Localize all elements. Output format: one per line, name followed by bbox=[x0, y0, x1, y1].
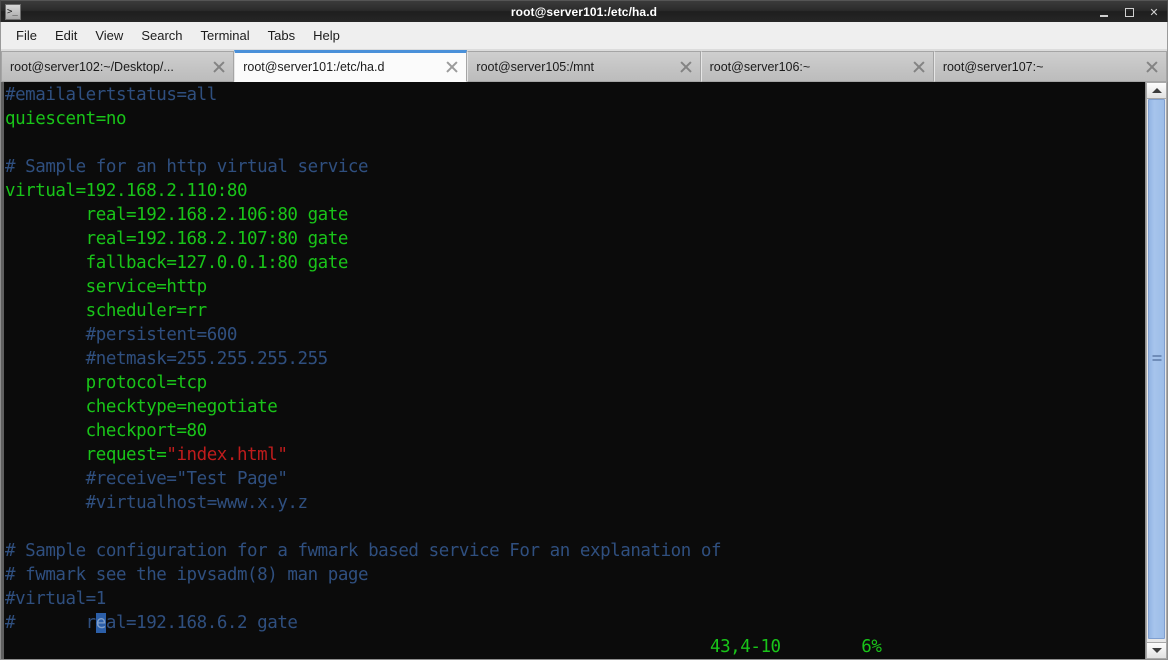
terminal-line: #netmask=255.255.255.255 bbox=[4, 347, 1145, 371]
scroll-down-button[interactable] bbox=[1146, 642, 1167, 659]
terminal-window: root@server101:/etc/ha.d ✕ File Edit Vie… bbox=[0, 0, 1168, 660]
tab-bar: root@server102:~/Desktop/... root@server… bbox=[0, 49, 1168, 82]
terminal-text: real=192.168.2.106:80 gate bbox=[5, 205, 349, 225]
tab-label: root@server107:~ bbox=[942, 59, 1044, 74]
terminal-line: #emailalertstatus=all bbox=[4, 83, 1145, 107]
terminal-line: request="index.html" bbox=[4, 443, 1145, 467]
terminal-text: #virtualhost=www.x.y.z bbox=[5, 493, 308, 513]
terminal-line: #receive="Test Page" bbox=[4, 467, 1145, 491]
terminal-text: # Sample configuration for a fwmark base… bbox=[5, 541, 722, 561]
terminal-text: fallback=127.0.0.1:80 gate bbox=[5, 253, 349, 273]
terminal-line: virtual=192.168.2.110:80 bbox=[4, 179, 1145, 203]
terminal-text: scheduler=rr bbox=[5, 301, 207, 321]
scroll-up-button[interactable] bbox=[1146, 82, 1167, 99]
terminal-text: #netmask=255.255.255.255 bbox=[5, 349, 329, 369]
window-controls: ✕ bbox=[1097, 1, 1161, 23]
terminal-text: #emailalertstatus=all bbox=[5, 85, 217, 105]
menu-bar: File Edit View Search Terminal Tabs Help bbox=[0, 22, 1168, 49]
terminal-text: #receive="Test Page" bbox=[5, 469, 288, 489]
terminal-text: # fwmark see the ipvsadm(8) man page bbox=[5, 565, 369, 585]
terminal-text: checkport=80 bbox=[5, 421, 207, 441]
terminal-line: #persistent=600 bbox=[4, 323, 1145, 347]
vim-status-line: 43,4-10 6% bbox=[4, 635, 1145, 659]
tab-server101[interactable]: root@server101:/etc/ha.d bbox=[234, 50, 468, 82]
terminal-text: "index.html" bbox=[166, 445, 288, 465]
tab-label: root@server106:~ bbox=[709, 59, 811, 74]
tab-label: root@server102:~/Desktop/... bbox=[10, 59, 174, 74]
terminal-line: real=192.168.2.107:80 gate bbox=[4, 227, 1145, 251]
terminal-text: quiescent=no bbox=[5, 109, 127, 129]
menu-item-view[interactable]: View bbox=[86, 25, 132, 46]
tab-server106[interactable]: root@server106:~ bbox=[700, 51, 934, 82]
terminal-line: fallback=127.0.0.1:80 gate bbox=[4, 251, 1145, 275]
tab-close-icon[interactable] bbox=[444, 59, 460, 75]
terminal-line: # Sample for an http virtual service bbox=[4, 155, 1145, 179]
terminal-line: checktype=negotiate bbox=[4, 395, 1145, 419]
terminal-text: real=192.168.2.107:80 gate bbox=[5, 229, 349, 249]
menu-item-search[interactable]: Search bbox=[132, 25, 191, 46]
scroll-down-icon bbox=[1151, 648, 1162, 653]
terminal-icon bbox=[5, 3, 21, 20]
terminal-scrollbar[interactable] bbox=[1145, 82, 1168, 659]
tab-server102[interactable]: root@server102:~/Desktop/... bbox=[1, 51, 235, 82]
terminal-line: #virtual=1 bbox=[4, 587, 1145, 611]
terminal-line: real=192.168.2.106:80 gate bbox=[4, 203, 1145, 227]
terminal-text: service=http bbox=[5, 277, 207, 297]
maximize-button[interactable] bbox=[1122, 5, 1136, 19]
terminal-text: # Sample for an http virtual service bbox=[5, 157, 369, 177]
terminal-text: #virtual=1 bbox=[5, 589, 106, 609]
terminal-line: service=http bbox=[4, 275, 1145, 299]
tab-label: root@server105:/mnt bbox=[476, 59, 595, 74]
tab-server107[interactable]: root@server107:~ bbox=[933, 51, 1168, 82]
tab-close-icon[interactable] bbox=[1144, 59, 1160, 75]
menu-item-file[interactable]: File bbox=[7, 25, 46, 46]
terminal-line: # Sample configuration for a fwmark base… bbox=[4, 539, 1145, 563]
minimize-button[interactable] bbox=[1097, 5, 1111, 19]
terminal-text: al=192.168.6.2 gate bbox=[105, 613, 298, 633]
terminal-text: virtual=192.168.2.110:80 bbox=[5, 181, 248, 201]
terminal-line: # fwmark see the ipvsadm(8) man page bbox=[4, 563, 1145, 587]
text-cursor: e bbox=[95, 613, 106, 633]
terminal-line: # real=192.168.6.2 gate bbox=[4, 611, 1145, 635]
tab-close-icon[interactable] bbox=[211, 59, 227, 75]
terminal-line: protocol=tcp bbox=[4, 371, 1145, 395]
tab-server105[interactable]: root@server105:/mnt bbox=[467, 51, 701, 82]
scrollbar-thumb[interactable] bbox=[1148, 99, 1165, 639]
menu-item-edit[interactable]: Edit bbox=[46, 25, 86, 46]
title-bar[interactable]: root@server101:/etc/ha.d ✕ bbox=[0, 0, 1168, 22]
terminal-line: #virtualhost=www.x.y.z bbox=[4, 491, 1145, 515]
menu-item-tabs[interactable]: Tabs bbox=[259, 25, 304, 46]
scroll-up-icon bbox=[1151, 88, 1162, 93]
scrollbar-track[interactable] bbox=[1146, 99, 1167, 642]
tab-label: root@server101:/etc/ha.d bbox=[243, 60, 385, 74]
terminal-text: protocol=tcp bbox=[5, 373, 207, 393]
terminal-area: #emailalertstatus=all quiescent=no # Samp… bbox=[0, 82, 1168, 660]
tab-close-icon[interactable] bbox=[678, 59, 694, 75]
terminal-text: checktype=negotiate bbox=[5, 397, 278, 417]
terminal-line: checkport=80 bbox=[4, 419, 1145, 443]
terminal-text: # r bbox=[5, 613, 96, 633]
scrollbar-grip-icon bbox=[1152, 353, 1161, 363]
window-title: root@server101:/etc/ha.d bbox=[510, 4, 658, 19]
menu-item-help[interactable]: Help bbox=[304, 25, 349, 46]
cursor-position-indicator: 43,4-10 6% bbox=[4, 637, 882, 657]
terminal-line: scheduler=rr bbox=[4, 299, 1145, 323]
terminal-text: request= bbox=[5, 445, 167, 465]
terminal-line: quiescent=no bbox=[4, 107, 1145, 131]
close-button[interactable]: ✕ bbox=[1147, 5, 1161, 19]
terminal-text-buffer[interactable]: #emailalertstatus=all quiescent=no # Samp… bbox=[4, 82, 1145, 659]
terminal-text: #persistent=600 bbox=[5, 325, 238, 345]
tab-close-icon[interactable] bbox=[911, 59, 927, 75]
menu-item-terminal[interactable]: Terminal bbox=[192, 25, 259, 46]
